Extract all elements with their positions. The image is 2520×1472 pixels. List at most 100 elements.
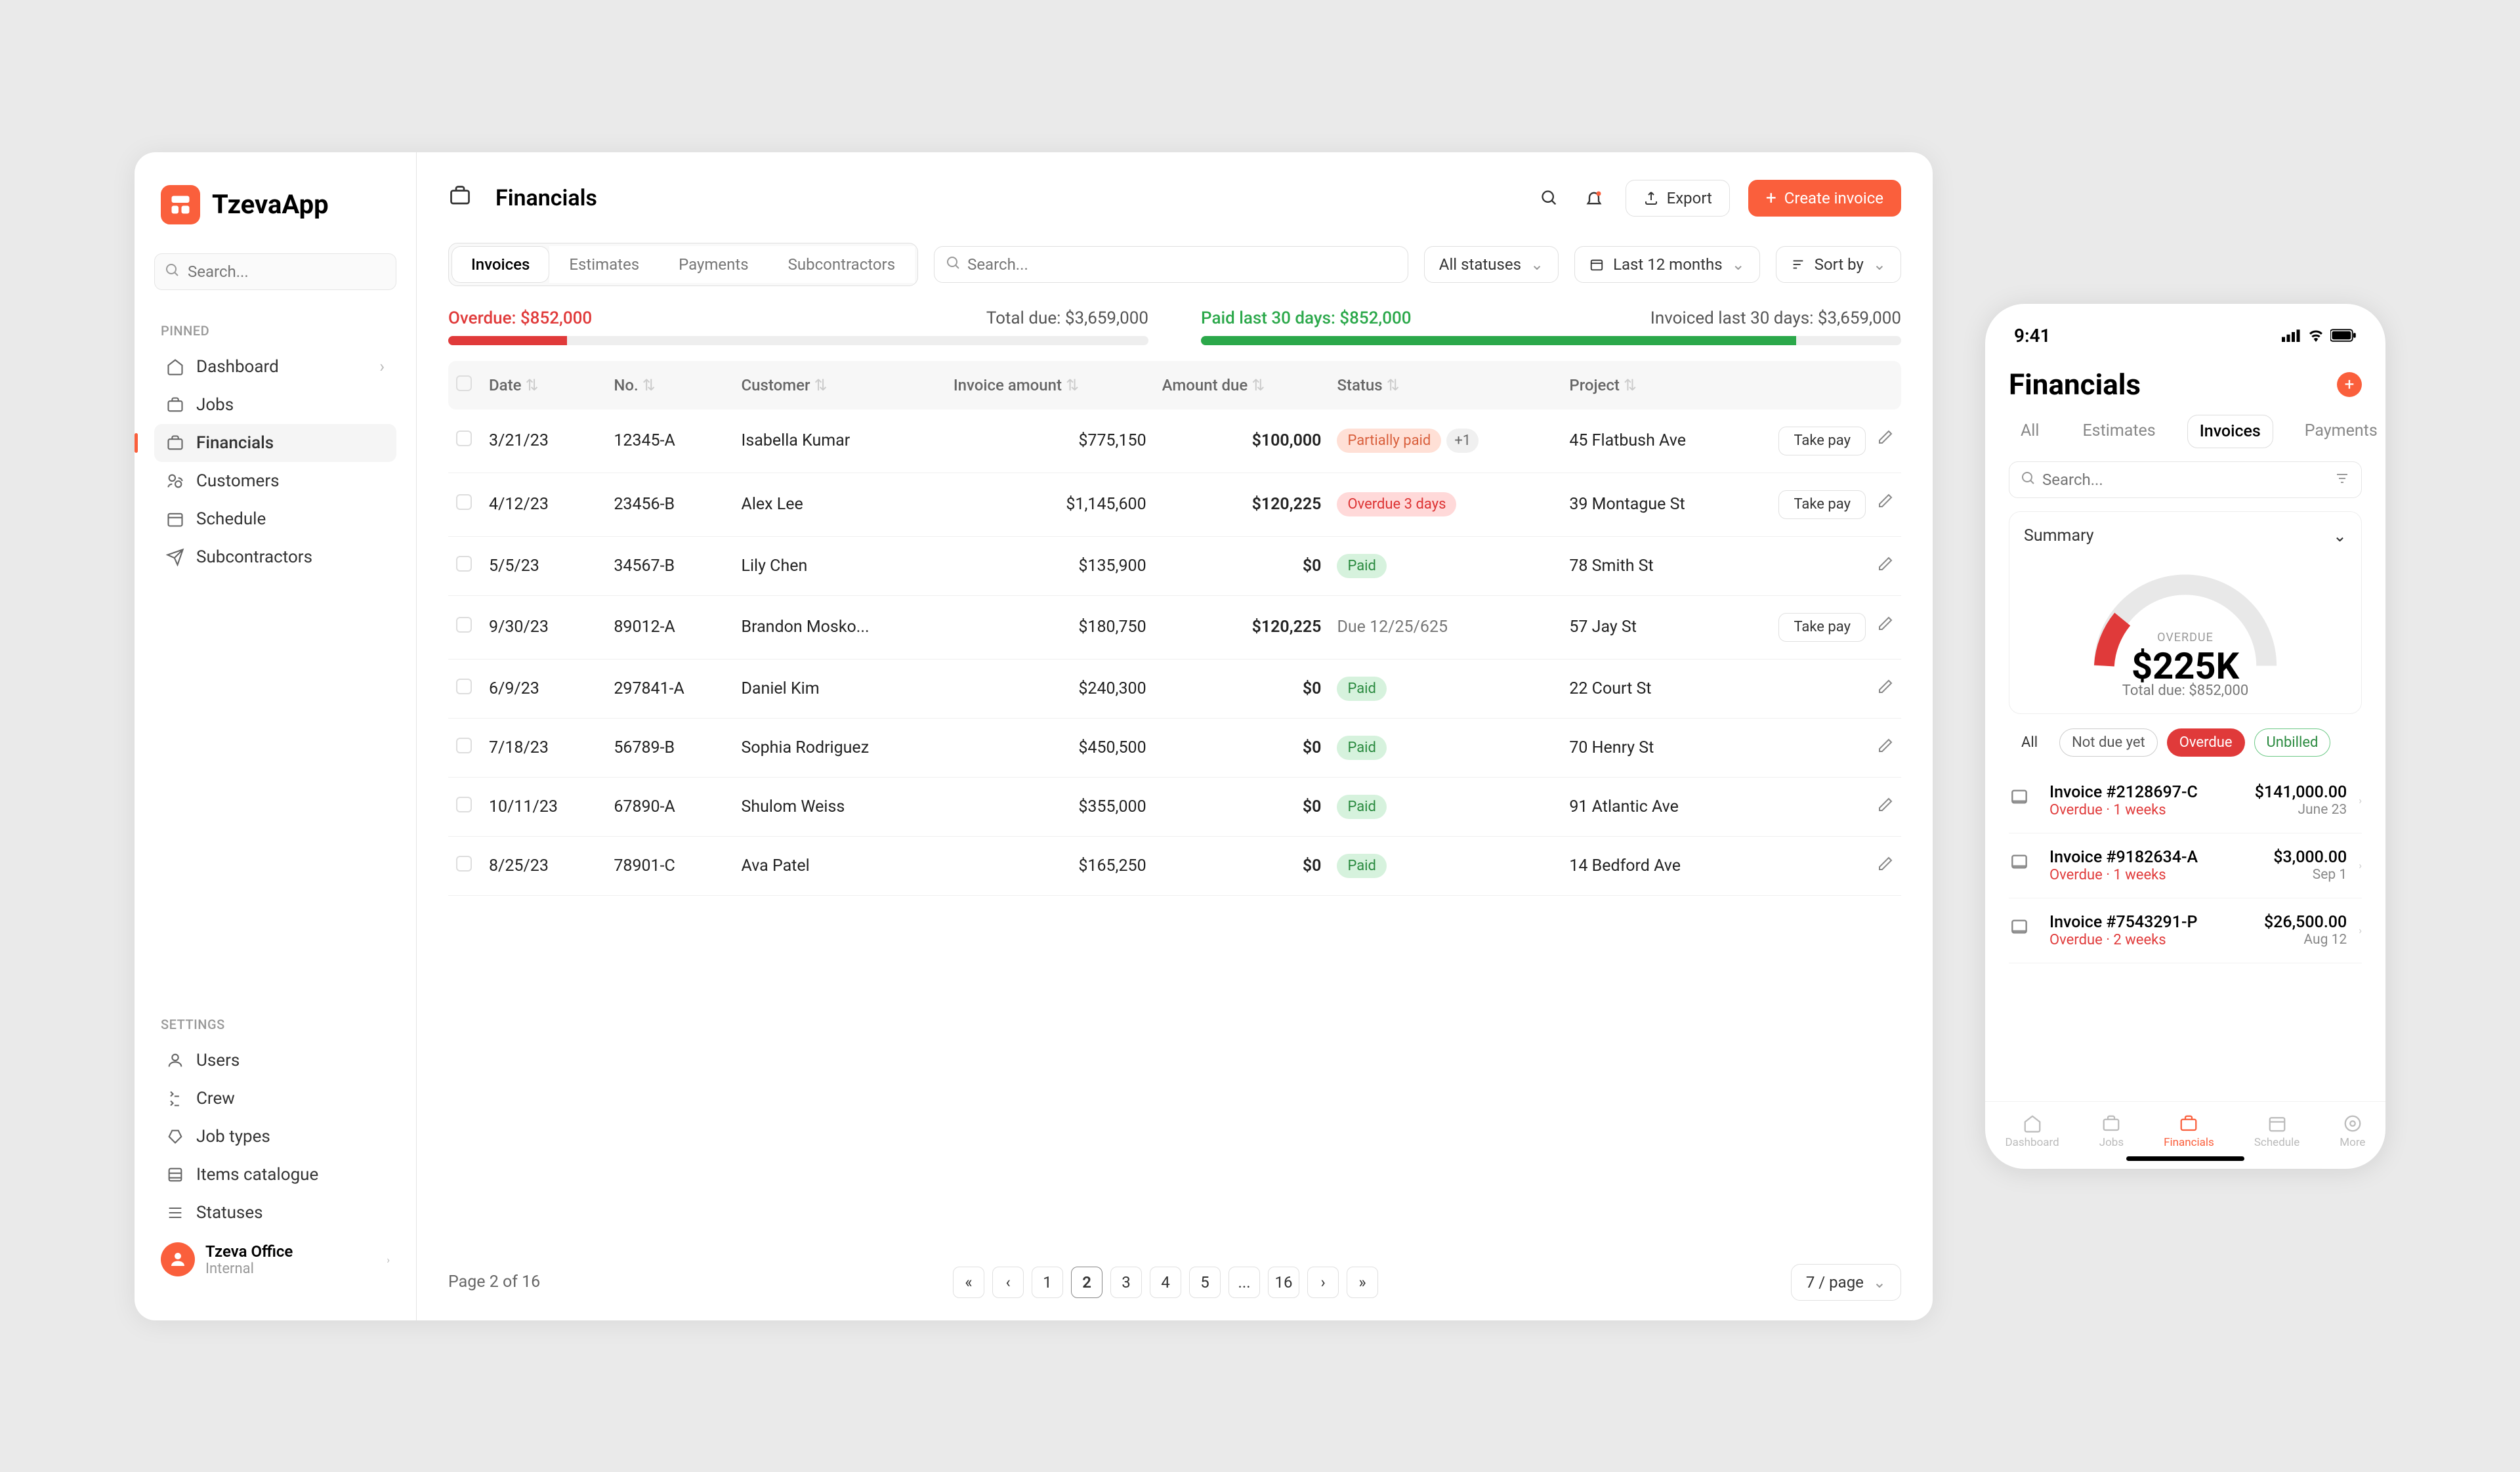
nav-icon [166, 472, 184, 490]
sidebar-item-customers[interactable]: Customers [154, 462, 396, 500]
edit-icon[interactable] [1878, 431, 1893, 450]
export-button[interactable]: Export [1626, 180, 1730, 217]
filter-chip-not-due-yet[interactable]: Not due yet [2059, 728, 2158, 757]
create-invoice-button[interactable]: +Create invoice [1748, 180, 1901, 217]
chevron-right-icon: › [2359, 794, 2362, 807]
search-button[interactable] [1536, 185, 1563, 211]
page-prev[interactable]: ‹ [992, 1267, 1024, 1298]
mobile-tab-invoices[interactable]: Invoices [2187, 415, 2273, 448]
sidebar-item-crew[interactable]: Crew [154, 1080, 396, 1118]
select-all-checkbox[interactable] [456, 375, 472, 391]
mobile-nav-more[interactable]: More [2340, 1114, 2365, 1149]
sidebar-item-job-types[interactable]: Job types [154, 1118, 396, 1156]
row-checkbox[interactable] [456, 556, 472, 572]
row-checkbox[interactable] [456, 617, 472, 633]
mobile-nav-dashboard[interactable]: Dashboard [2005, 1114, 2059, 1149]
invoice-icon [2009, 851, 2038, 880]
chevron-down-icon: ⌄ [2333, 526, 2347, 546]
filter-chip-unbilled[interactable]: Unbilled [2254, 728, 2331, 757]
mobile-search-input[interactable] [2009, 461, 2362, 498]
chevron-right-icon: › [2359, 859, 2362, 872]
column-header[interactable]: Customer⇅ [734, 361, 946, 410]
edit-icon[interactable] [1878, 557, 1893, 576]
sort-icon [1791, 257, 1805, 272]
page-16[interactable]: 16 [1268, 1267, 1299, 1298]
filter-icon[interactable] [2334, 471, 2350, 489]
filter-chip-all[interactable]: All [2009, 728, 2050, 757]
table-row: 5/5/2334567-BLily Chen$135,900$0Paid78 S… [448, 536, 1901, 595]
sort-icon: ⇅ [1066, 376, 1079, 394]
column-header[interactable]: Date⇅ [481, 361, 606, 410]
tab-subcontractors[interactable]: Subcontractors [768, 246, 915, 283]
mobile-nav-jobs[interactable]: Jobs [2099, 1114, 2124, 1149]
page-2[interactable]: 2 [1071, 1267, 1102, 1298]
invoice-list-item[interactable]: Invoice #9182634-AOverdue · 1 weeks$3,00… [2009, 833, 2362, 898]
column-header[interactable]: Status⇅ [1329, 361, 1561, 410]
row-checkbox[interactable] [456, 738, 472, 753]
edit-icon[interactable] [1878, 680, 1893, 699]
mobile-tab-estimates[interactable]: Estimates [2070, 415, 2167, 448]
mobile-nav-schedule[interactable]: Schedule [2254, 1114, 2300, 1149]
nav-icon [166, 510, 184, 528]
date-filter-dropdown[interactable]: Last 12 months⌄ [1574, 246, 1760, 283]
edit-icon[interactable] [1878, 798, 1893, 817]
mobile-add-button[interactable]: + [2337, 372, 2362, 397]
take-pay-button[interactable]: Take pay [1778, 613, 1866, 642]
page-next[interactable]: › [1307, 1267, 1339, 1298]
row-checkbox[interactable] [456, 431, 472, 446]
edit-icon[interactable] [1878, 857, 1893, 876]
sidebar-item-statuses[interactable]: Statuses [154, 1194, 396, 1232]
invoice-list-item[interactable]: Invoice #2128697-COverdue · 1 weeks$141,… [2009, 768, 2362, 833]
row-checkbox[interactable] [456, 494, 472, 510]
take-pay-button[interactable]: Take pay [1778, 427, 1866, 455]
mobile-summary-toggle[interactable]: Summary ⌄ [2024, 526, 2347, 546]
sidebar-item-items-catalogue[interactable]: Items catalogue [154, 1156, 396, 1194]
page-5[interactable]: 5 [1189, 1267, 1221, 1298]
nav-icon [166, 1127, 184, 1146]
mobile-tab-payments[interactable]: Payments [2293, 415, 2385, 448]
sidebar-item-dashboard[interactable]: Dashboard› [154, 348, 396, 386]
sidebar-item-users[interactable]: Users [154, 1041, 396, 1080]
edit-icon[interactable] [1878, 617, 1893, 636]
row-checkbox[interactable] [456, 679, 472, 694]
page-4[interactable]: 4 [1150, 1267, 1181, 1298]
sidebar-search-input[interactable] [154, 253, 396, 290]
sidebar-item-subcontractors[interactable]: Subcontractors [154, 538, 396, 576]
row-checkbox[interactable] [456, 856, 472, 872]
take-pay-button[interactable]: Take pay [1778, 490, 1866, 519]
tab-invoices[interactable]: Invoices [452, 246, 549, 283]
column-header[interactable]: Invoice amount⇅ [946, 361, 1154, 410]
mobile-tab-all[interactable]: All [2009, 415, 2051, 448]
page-1[interactable]: 1 [1032, 1267, 1063, 1298]
mobile-nav-financials[interactable]: Financials [2164, 1114, 2214, 1149]
tab-estimates[interactable]: Estimates [549, 246, 659, 283]
column-header[interactable]: Amount due⇅ [1154, 361, 1330, 410]
page-last[interactable]: » [1347, 1267, 1378, 1298]
filter-chip-overdue[interactable]: Overdue [2167, 728, 2245, 757]
account-switcher[interactable]: Tzeva Office Internal › [154, 1232, 396, 1288]
column-header[interactable]: No.⇅ [606, 361, 733, 410]
per-page-dropdown[interactable]: 7 / page⌄ [1791, 1264, 1901, 1301]
status-time: 9:41 [2014, 325, 2051, 347]
edit-icon[interactable] [1878, 739, 1893, 758]
paid-progress [1201, 336, 1901, 345]
row-checkbox[interactable] [456, 797, 472, 812]
page-...[interactable]: ... [1228, 1267, 1260, 1298]
edit-icon[interactable] [1878, 494, 1893, 513]
status-filter-dropdown[interactable]: All statuses⌄ [1424, 246, 1559, 283]
page-first[interactable]: « [953, 1267, 984, 1298]
sidebar-item-financials[interactable]: Financials [154, 424, 396, 462]
tab-payments[interactable]: Payments [659, 246, 768, 283]
page-3[interactable]: 3 [1110, 1267, 1142, 1298]
nav-icon [2267, 1114, 2287, 1133]
sidebar-item-schedule[interactable]: Schedule [154, 500, 396, 538]
filter-search-input[interactable] [934, 246, 1408, 283]
column-header[interactable]: Project⇅ [1561, 361, 1757, 410]
invoice-list-item[interactable]: Invoice #7543291-POverdue · 2 weeks$26,5… [2009, 898, 2362, 963]
notifications-button[interactable] [1581, 185, 1607, 211]
app-logo-icon [161, 185, 200, 224]
sort-dropdown[interactable]: Sort by⌄ [1776, 246, 1901, 283]
status-badge: Due 12/25/625 [1337, 618, 1448, 637]
sidebar-item-jobs[interactable]: Jobs [154, 386, 396, 424]
nav-icon [2343, 1114, 2362, 1133]
